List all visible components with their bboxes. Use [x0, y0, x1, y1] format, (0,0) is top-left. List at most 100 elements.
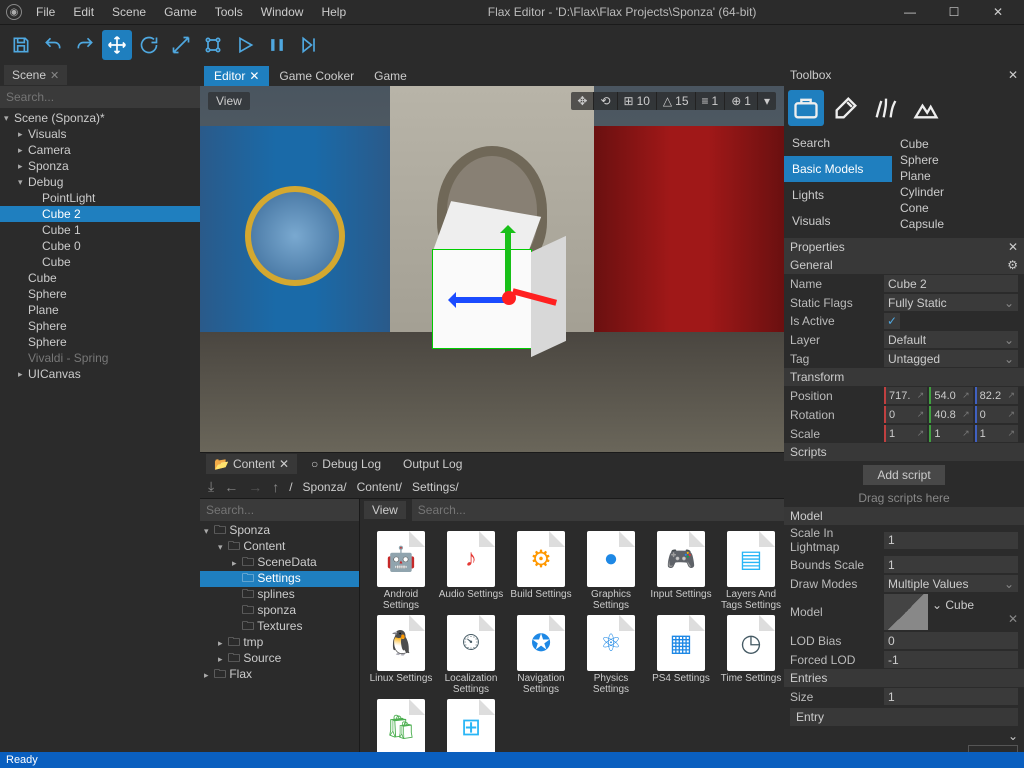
minimize-button[interactable]: —	[890, 0, 930, 24]
tree-row[interactable]: Plane	[0, 302, 200, 318]
stat-grid[interactable]: ⊞ 10	[617, 92, 656, 110]
tag-dropdown[interactable]: Untagged	[884, 350, 1018, 367]
file-item[interactable]: ♪Audio Settings	[438, 531, 504, 611]
toolbox-terrain-icon[interactable]	[908, 90, 944, 126]
tree-row[interactable]: Sphere	[0, 334, 200, 350]
material-slot[interactable]: No asset selected	[968, 745, 1018, 752]
tree-row[interactable]: Cube	[0, 254, 200, 270]
maximize-button[interactable]: ☐	[934, 0, 974, 24]
content-tree-search[interactable]	[200, 499, 359, 521]
tree-row[interactable]: Cube 0	[0, 238, 200, 254]
save-icon[interactable]	[6, 30, 36, 60]
breadcrumb-item[interactable]: Content/	[357, 480, 402, 494]
file-item[interactable]: ◷Time Settings	[718, 615, 784, 695]
scale-x-field[interactable]: 1	[884, 425, 927, 442]
toolbox-cat[interactable]: Visuals	[784, 208, 892, 234]
rotate-tool-icon[interactable]	[134, 30, 164, 60]
model-thumbnail[interactable]	[884, 594, 928, 630]
gear-icon[interactable]: ⚙	[1007, 258, 1018, 272]
tab-editor[interactable]: Editor ✕	[204, 66, 269, 86]
is-active-checkbox[interactable]: ✓	[884, 313, 900, 329]
nav-up-icon[interactable]: ↑	[272, 479, 279, 495]
tree-row[interactable]: Vivaldi - Spring	[0, 350, 200, 366]
stat-batches[interactable]: ≡ 1	[695, 92, 725, 110]
tree-row[interactable]: Cube 1	[0, 222, 200, 238]
gizmo-origin[interactable]	[502, 291, 516, 305]
pause-icon[interactable]	[262, 30, 292, 60]
draw-modes-dropdown[interactable]: Multiple Values	[884, 575, 1018, 592]
tab-output-log[interactable]: Output Log	[395, 454, 470, 474]
lod-bias-field[interactable]: 0	[884, 632, 1018, 649]
toolbox-cat[interactable]: Lights	[784, 182, 892, 208]
file-item[interactable]: ⊞Windows Settings	[438, 699, 504, 752]
file-item[interactable]: ⏲Localization Settings	[438, 615, 504, 695]
tree-row[interactable]: Sphere	[0, 286, 200, 302]
pos-z-field[interactable]: 82.2	[975, 387, 1018, 404]
tree-row[interactable]: PointLight	[0, 190, 200, 206]
tree-row[interactable]: ▾Debug	[0, 174, 200, 190]
entry-expand-icon[interactable]: ⌄	[1008, 729, 1018, 743]
tree-row[interactable]: Cube 2	[0, 206, 200, 222]
layer-dropdown[interactable]: Default	[884, 331, 1018, 348]
file-item[interactable]: 🎮Input Settings	[648, 531, 714, 611]
file-item[interactable]: 🐧Linux Settings	[368, 615, 434, 695]
nav-back-icon[interactable]: ←	[224, 479, 238, 495]
close-icon[interactable]: ✕	[50, 69, 59, 82]
tree-row[interactable]: ▸Camera	[0, 142, 200, 158]
nav-fwd-icon[interactable]: →	[248, 479, 262, 495]
file-item[interactable]: ▦PS4 Settings	[648, 615, 714, 695]
close-icon[interactable]: ✕	[1008, 68, 1018, 82]
rot-z-field[interactable]: 0	[975, 406, 1018, 423]
toolbox-shape[interactable]: Capsule	[900, 216, 1016, 232]
scene-tree[interactable]: ▾Scene (Sponza)*▸Visuals▸Camera▸Sponza▾D…	[0, 108, 200, 752]
content-search-input[interactable]	[412, 499, 784, 521]
scene-tab[interactable]: Scene ✕	[4, 65, 67, 85]
redo-icon[interactable]	[70, 30, 100, 60]
menu-window[interactable]: Window	[253, 2, 312, 22]
file-item[interactable]: ⚛Physics Settings	[578, 615, 644, 695]
stat-tris[interactable]: △ 15	[656, 92, 695, 110]
view-dropdown[interactable]: View	[208, 92, 250, 110]
toolbox-primitives-icon[interactable]	[788, 90, 824, 126]
menu-game[interactable]: Game	[156, 2, 205, 22]
toolbox-cat[interactable]: Search	[784, 130, 892, 156]
view-mode-dropdown[interactable]: View	[364, 501, 406, 519]
toolbox-shape[interactable]: Cube	[900, 136, 1016, 152]
close-icon[interactable]: ✕	[279, 457, 289, 471]
file-item[interactable]: ✪Navigation Settings	[508, 615, 574, 695]
tree-row[interactable]: 🗀 Textures	[200, 619, 359, 635]
toolbox-shape[interactable]: Sphere	[900, 152, 1016, 168]
tab-game-cooker[interactable]: Game Cooker	[269, 66, 364, 86]
file-grid[interactable]: 🤖Android Settings♪Audio Settings⚙Build S…	[360, 521, 784, 752]
step-icon[interactable]	[294, 30, 324, 60]
snap-icon[interactable]	[198, 30, 228, 60]
tree-row[interactable]: ▸UICanvas	[0, 366, 200, 382]
tab-debug-log[interactable]: ○ Debug Log	[303, 454, 389, 474]
toolbox-shape[interactable]: Cylinder	[900, 184, 1016, 200]
toolbox-foliage-icon[interactable]	[868, 90, 904, 126]
breadcrumb-item[interactable]: Settings/	[412, 480, 459, 494]
tree-row[interactable]: Cube	[0, 270, 200, 286]
tree-row[interactable]: ▸Sponza	[0, 158, 200, 174]
move-tool-icon[interactable]	[102, 30, 132, 60]
close-button[interactable]: ✕	[978, 0, 1018, 24]
gizmo-mode-icon[interactable]: ✥	[571, 92, 593, 110]
gizmo-y-axis[interactable]	[505, 229, 511, 299]
file-item[interactable]: ⚙Build Settings	[508, 531, 574, 611]
bounds-scale-field[interactable]: 1	[884, 556, 1018, 573]
viewport[interactable]: View ✥ ⟲ ⊞ 10 △ 15 ≡ 1 ⊕ 1 ▾	[200, 86, 784, 452]
pos-y-field[interactable]: 54.0	[929, 387, 972, 404]
tab-game[interactable]: Game	[364, 66, 417, 86]
menu-edit[interactable]: Edit	[65, 2, 102, 22]
entry-row[interactable]: Entry	[790, 708, 1018, 726]
file-item[interactable]: ▤Layers And Tags Settings	[718, 531, 784, 611]
rot-x-field[interactable]: 0	[884, 406, 927, 423]
rot-y-field[interactable]: 40.8	[929, 406, 972, 423]
close-icon[interactable]: ✕	[1008, 240, 1018, 254]
size-field[interactable]: 1	[884, 688, 1018, 705]
breadcrumb-item[interactable]: Sponza/	[303, 480, 347, 494]
undo-icon[interactable]	[38, 30, 68, 60]
camera-speed-icon[interactable]: ⟲	[593, 92, 616, 110]
camera-icon[interactable]: ▾	[757, 92, 776, 110]
stat-world[interactable]: ⊕ 1	[724, 92, 757, 110]
